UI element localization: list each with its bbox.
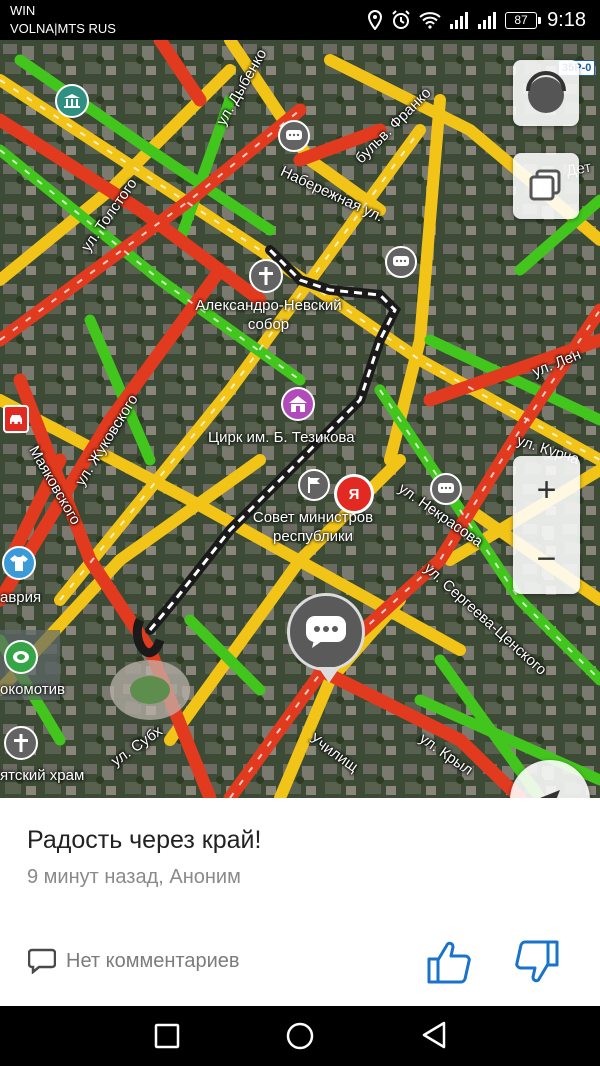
poi-label-tavria[interactable]: аврия	[0, 588, 41, 607]
layers-button[interactable]	[513, 153, 579, 219]
dislike-button[interactable]	[512, 939, 560, 985]
poi-label-temple[interactable]: ятский храм	[0, 766, 84, 785]
circus-pin[interactable]	[281, 387, 315, 421]
cross-icon	[14, 734, 28, 752]
cross-icon	[259, 267, 273, 285]
zoom-controls: + −	[513, 456, 580, 594]
traffic-toggle-button[interactable]	[513, 60, 579, 126]
signal-icon	[450, 12, 469, 29]
back-icon[interactable]	[420, 1020, 448, 1050]
poi-label-circus[interactable]: Цирк им. Б. Тезикова	[208, 428, 355, 447]
comment-icon	[28, 948, 56, 974]
speech-bubble-icon	[438, 482, 454, 493]
cathedral-pin[interactable]	[249, 259, 283, 293]
traffic-event-pin[interactable]	[3, 405, 29, 433]
selected-comment-pin[interactable]	[287, 593, 365, 683]
status-icons: 87 9:18	[367, 8, 586, 32]
temple-pin[interactable]	[4, 726, 38, 760]
alarm-icon	[392, 10, 410, 29]
speech-bubble-icon	[306, 616, 346, 648]
comment-pin-small[interactable]	[278, 120, 310, 152]
traffic-map[interactable]: ул. Толстого ул. Дыбенко бульв. Франко Н…	[0, 40, 600, 798]
comment-text: Радость через край!	[27, 826, 262, 854]
yandex-location-pin[interactable]: Я	[334, 474, 374, 514]
location-icon	[368, 10, 383, 30]
government-pin[interactable]	[298, 469, 330, 501]
clock: 9:18	[547, 8, 586, 31]
comment-card: Радость через край! 9 минут назад, Анони…	[0, 798, 600, 1006]
museum-icon	[64, 94, 80, 108]
recent-apps-icon[interactable]	[154, 1023, 180, 1049]
car-crash-icon	[10, 415, 22, 425]
like-button[interactable]	[426, 939, 474, 985]
zoom-in-button[interactable]: +	[513, 456, 580, 525]
poi-label-cathedral[interactable]: Александро-Невский собор	[181, 296, 356, 334]
layers-icon	[529, 169, 561, 201]
zoom-out-button[interactable]: −	[513, 525, 580, 594]
comment-meta: 9 минут назад, Аноним	[27, 866, 241, 888]
traffic-light-icon	[526, 71, 566, 113]
navigation-arrow-icon	[540, 790, 560, 798]
signal-icon	[478, 12, 497, 29]
comment-pin-small[interactable]	[430, 473, 462, 505]
shopping-pin[interactable]	[2, 546, 36, 580]
circus-tent-icon	[289, 396, 307, 412]
status-bar: WIN VOLNA|MTS RUS 87 9:18	[0, 0, 600, 40]
tshirt-icon	[10, 555, 28, 571]
poi-label-council[interactable]: Совет министров республики	[238, 508, 388, 546]
flag-icon	[308, 477, 320, 493]
comment-pin-small[interactable]	[385, 246, 417, 278]
museum-pin[interactable]	[55, 84, 89, 118]
speech-bubble-icon	[393, 255, 409, 266]
home-icon[interactable]	[285, 1021, 315, 1051]
carrier-name: WIN	[10, 3, 36, 18]
system-navigation-bar	[0, 1006, 600, 1066]
poi-label-lokomotiv[interactable]: окомотив	[0, 680, 65, 699]
comments-label: Нет комментариев	[66, 949, 240, 972]
stadium-pin[interactable]	[4, 640, 38, 674]
comments-link[interactable]: Нет комментариев	[28, 948, 240, 974]
speech-bubble-icon	[286, 129, 302, 140]
stadium-icon	[13, 651, 29, 663]
wifi-icon	[419, 12, 441, 29]
carrier-name-secondary: VOLNA|MTS RUS	[10, 21, 116, 36]
battery-indicator: 87	[505, 11, 542, 29]
